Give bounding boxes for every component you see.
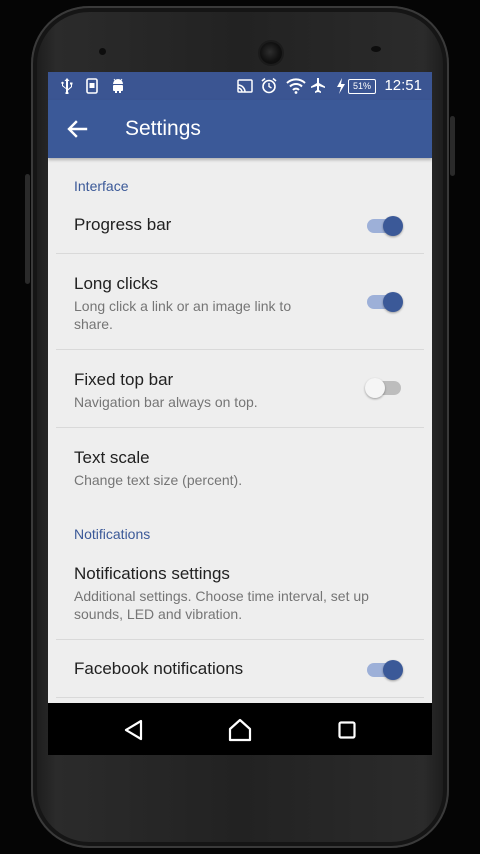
sensor-dot [99,48,106,55]
setting-title: Progress bar [74,215,172,234]
android-icon [113,78,123,93]
recents-icon[interactable] [332,715,362,745]
divider [56,253,424,254]
screen: 51% 12:51 Settings Interface Progress ba… [48,72,432,755]
divider [56,349,424,350]
battery-percent: 51% [352,81,371,91]
divider [56,697,424,698]
wifi-icon [286,78,306,94]
usb-icon [61,78,73,94]
long-clicks-switch[interactable] [367,292,403,312]
front-camera [260,42,282,64]
volume-button [25,174,30,284]
status-bar: 51% 12:51 [48,72,432,100]
setting-title: Long clicks [74,274,159,293]
arrow-back-icon[interactable] [62,114,92,144]
divider [56,427,424,428]
setting-summary: Additional settings. Choose time interva… [74,588,369,622]
switch-thumb [383,292,403,312]
airplane-icon [311,78,325,93]
progress-bar-switch[interactable] [367,216,403,236]
navigation-bar [48,703,432,755]
section-header-interface: Interface [74,178,129,194]
setting-title: Fixed top bar [74,370,174,389]
screenshot-icon [86,78,98,94]
settings-list[interactable]: Interface Progress bar Long clicks Long … [48,158,432,703]
switch-thumb [383,216,403,236]
home-icon[interactable] [225,715,255,745]
cast-icon [237,79,253,93]
sensor-dot [371,46,381,52]
divider [56,639,424,640]
page-title: Settings [125,117,201,140]
setting-title: Facebook notifications [74,659,244,678]
clock: 12:51 [384,77,422,94]
facebook-notifications-switch[interactable] [367,660,403,680]
setting-summary: Navigation bar always on top. [74,394,258,410]
setting-summary: Change text size (percent). [74,472,243,488]
battery-icon: 51% [348,79,376,94]
fixed-top-bar-switch[interactable] [365,378,403,398]
back-triangle-icon[interactable] [119,715,149,745]
app-bar: Settings [48,100,432,158]
setting-title: Text scale [74,448,150,467]
switch-thumb [365,378,385,398]
alarm-icon [261,77,277,94]
switch-thumb [383,660,403,680]
power-button [450,116,455,176]
section-header-notifications: Notifications [74,526,151,542]
setting-title: Notifications settings [74,564,230,583]
setting-summary: Long click a link or an image link to sh… [74,298,292,332]
charging-icon [337,78,345,94]
